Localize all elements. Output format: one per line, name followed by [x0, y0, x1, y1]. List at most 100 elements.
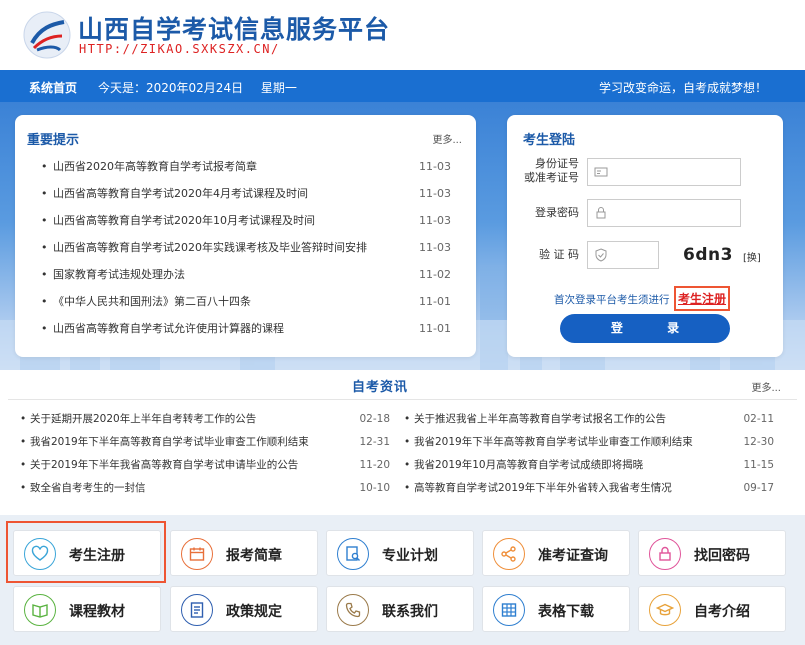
nav-date: 今天是：2020年02月24日 星期一: [98, 79, 311, 96]
notice-item-text[interactable]: 山西省高等教育自学考试2020年实践课考核及毕业答辩时间安排: [53, 241, 367, 254]
quick-forms-label: 表格下载: [538, 604, 594, 620]
news-more-link[interactable]: 更多...: [751, 379, 781, 394]
shield-icon: [595, 248, 607, 262]
id-card-icon: [594, 167, 608, 177]
news-item-date: 11-20: [359, 459, 390, 471]
news-list-left: 关于延期开展2020年上半年自考转考工作的公告 02-18 我省2019年下半年高…: [20, 408, 390, 500]
book-icon: [24, 594, 56, 626]
notice-item[interactable]: 山西省高等教育自学考试2020年4月考试课程及时间 11-03: [41, 180, 451, 207]
nav-slogan: 学习改变命运，自考成就梦想！: [598, 81, 767, 95]
news-title: 自考资讯: [352, 380, 409, 395]
news-item-date: 12-31: [359, 436, 390, 448]
register-link[interactable]: 考生注册: [674, 286, 731, 311]
quick-policy-button[interactable]: 政策规定: [170, 586, 318, 632]
notice-item-date: 11-03: [419, 241, 451, 254]
nav-date-text: 今天是：2020年02月24日: [98, 81, 244, 95]
captcha-image[interactable]: 6dn3: [683, 245, 733, 265]
password-input[interactable]: [587, 199, 741, 227]
news-item[interactable]: 关于2019年下半年我省高等教育自学考试申请毕业的公告 11-20: [20, 454, 390, 477]
news-item-text[interactable]: 高等教育自学考试2019年下半年外省转入我省考生情况: [414, 482, 672, 494]
quick-forms-button[interactable]: 表格下载: [482, 586, 630, 632]
notice-item-date: 11-02: [419, 268, 451, 281]
login-panel: 考生登陆 身份证号 或准考证号 登录密码 验 证 码 6dn3 [换] 首次登录…: [507, 115, 783, 357]
captcha-label: 验 证 码: [539, 248, 579, 261]
password-label: 登录密码: [535, 206, 579, 219]
notice-item[interactable]: 《中华人民共和国刑法》第二百八十四条 11-01: [41, 288, 451, 315]
news-item-date: 02-11: [743, 413, 774, 425]
notice-item-date: 11-01: [419, 295, 451, 308]
notice-list: 山西省2020年高等教育自学考试报考简章 11-03 山西省高等教育自学考试202…: [41, 153, 451, 342]
news-item-date: 10-10: [359, 482, 390, 494]
logo-icon[interactable]: [22, 10, 72, 60]
news-divider: [8, 399, 797, 400]
id-number-input[interactable]: [587, 158, 741, 186]
quick-guide-button[interactable]: 报考简章: [170, 530, 318, 576]
news-list-right: 关于推迟我省上半年高等教育自学考试报名工作的公告 02-11 我省2019年下半年…: [404, 408, 774, 500]
table-icon: [493, 594, 525, 626]
news-item-text[interactable]: 关于延期开展2020年上半年自考转考工作的公告: [30, 413, 256, 425]
news-item-text[interactable]: 关于推迟我省上半年高等教育自学考试报名工作的公告: [414, 413, 666, 425]
news-item[interactable]: 我省2019年下半年高等教育自学考试毕业审查工作顺利结束 12-30: [404, 431, 774, 454]
notice-item[interactable]: 山西省高等教育自学考试2020年实践课考核及毕业答辩时间安排 11-03: [41, 234, 451, 261]
news-item-text[interactable]: 关于2019年下半年我省高等教育自学考试申请毕业的公告: [30, 459, 298, 471]
news-item[interactable]: 我省2019年下半年高等教育自学考试毕业审查工作顺利结束 12-31: [20, 431, 390, 454]
notice-item-date: 11-03: [419, 214, 451, 227]
notice-more-link[interactable]: 更多...: [432, 131, 462, 146]
notice-item-text[interactable]: 山西省2020年高等教育自学考试报考简章: [53, 160, 257, 173]
notice-item-text[interactable]: 山西省高等教育自学考试2020年10月考试课程及时间: [53, 214, 315, 227]
captcha-refresh-link[interactable]: [换]: [743, 249, 761, 264]
login-title: 考生登陆: [523, 133, 576, 148]
id-label-line2: 或准考证号: [524, 171, 579, 184]
nav-home-link[interactable]: 系统首页: [29, 79, 77, 96]
notice-item[interactable]: 山西省高等教育自学考试允许使用计算器的课程 11-01: [41, 315, 451, 342]
news-item-text[interactable]: 我省2019年10月高等教育自学考试成绩即将揭晓: [414, 459, 643, 471]
news-item[interactable]: 致全省自考考生的一封信 10-10: [20, 477, 390, 500]
notice-item-date: 11-03: [419, 187, 451, 200]
notice-panel: 重要提示 更多... 山西省2020年高等教育自学考试报考简章 11-03 山西省…: [15, 115, 476, 357]
news-item-text[interactable]: 我省2019年下半年高等教育自学考试毕业审查工作顺利结束: [414, 436, 693, 448]
notice-item[interactable]: 山西省2020年高等教育自学考试报考简章 11-03: [41, 153, 451, 180]
news-item[interactable]: 关于推迟我省上半年高等教育自学考试报名工作的公告 02-11: [404, 408, 774, 431]
login-button[interactable]: 登 录: [560, 314, 730, 343]
quick-contact-button[interactable]: 联系我们: [326, 586, 474, 632]
quick-textbooks-button[interactable]: 课程教材: [13, 586, 161, 632]
notice-item[interactable]: 国家教育考试违规处理办法 11-02: [41, 261, 451, 288]
news-item-date: 12-30: [743, 436, 774, 448]
news-item-text[interactable]: 致全省自考考生的一封信: [30, 482, 146, 494]
quick-intro-button[interactable]: 自考介绍: [638, 586, 786, 632]
quick-contact-label: 联系我们: [382, 604, 438, 620]
quick-textbooks-label: 课程教材: [69, 604, 125, 620]
id-label: 身份证号 或准考证号: [521, 157, 579, 185]
news-item[interactable]: 关于延期开展2020年上半年自考转考工作的公告 02-18: [20, 408, 390, 431]
lock-icon: [596, 207, 606, 219]
notice-item[interactable]: 山西省高等教育自学考试2020年10月考试课程及时间 11-03: [41, 207, 451, 234]
site-url[interactable]: HTTP://ZIKAO.SXKSZX.CN/: [79, 42, 280, 56]
news-item-date: 09-17: [743, 482, 774, 494]
notice-item-date: 11-03: [419, 160, 451, 173]
site-header: 山西自学考试信息服务平台 HTTP://ZIKAO.SXKSZX.CN/: [0, 0, 805, 70]
notice-item-date: 11-01: [419, 322, 451, 335]
notice-item-text[interactable]: 山西省高等教育自学考试允许使用计算器的课程: [53, 322, 284, 335]
quick-password-button[interactable]: 找回密码: [638, 530, 786, 576]
news-item[interactable]: 高等教育自学考试2019年下半年外省转入我省考生情况 09-17: [404, 477, 774, 500]
register-prompt: 首次登录平台考生须进行: [554, 294, 670, 306]
notice-item-text[interactable]: 山西省高等教育自学考试2020年4月考试课程及时间: [53, 187, 308, 200]
graduation-cap-icon: [649, 594, 681, 626]
document-search-icon: [337, 538, 369, 570]
quick-password-label: 找回密码: [694, 548, 750, 564]
network-icon: [493, 538, 525, 570]
news-item-text[interactable]: 我省2019年下半年高等教育自学考试毕业审查工作顺利结束: [30, 436, 309, 448]
notice-item-text[interactable]: 《中华人民共和国刑法》第二百八十四条: [53, 295, 251, 308]
quick-policy-label: 政策规定: [226, 604, 282, 620]
notice-item-text[interactable]: 国家教育考试违规处理办法: [53, 268, 185, 281]
quick-plan-button[interactable]: 专业计划: [326, 530, 474, 576]
news-item-date: 02-18: [359, 413, 390, 425]
nav-weekday: 星期一: [260, 81, 297, 95]
quick-plan-label: 专业计划: [382, 548, 438, 564]
register-highlight-box: [6, 521, 166, 583]
news-item[interactable]: 我省2019年10月高等教育自学考试成绩即将揭晓 11-15: [404, 454, 774, 477]
quick-intro-label: 自考介绍: [694, 604, 750, 620]
quick-admission-button[interactable]: 准考证查询: [482, 530, 630, 576]
captcha-input[interactable]: [587, 241, 659, 269]
notice-title: 重要提示: [27, 133, 80, 148]
